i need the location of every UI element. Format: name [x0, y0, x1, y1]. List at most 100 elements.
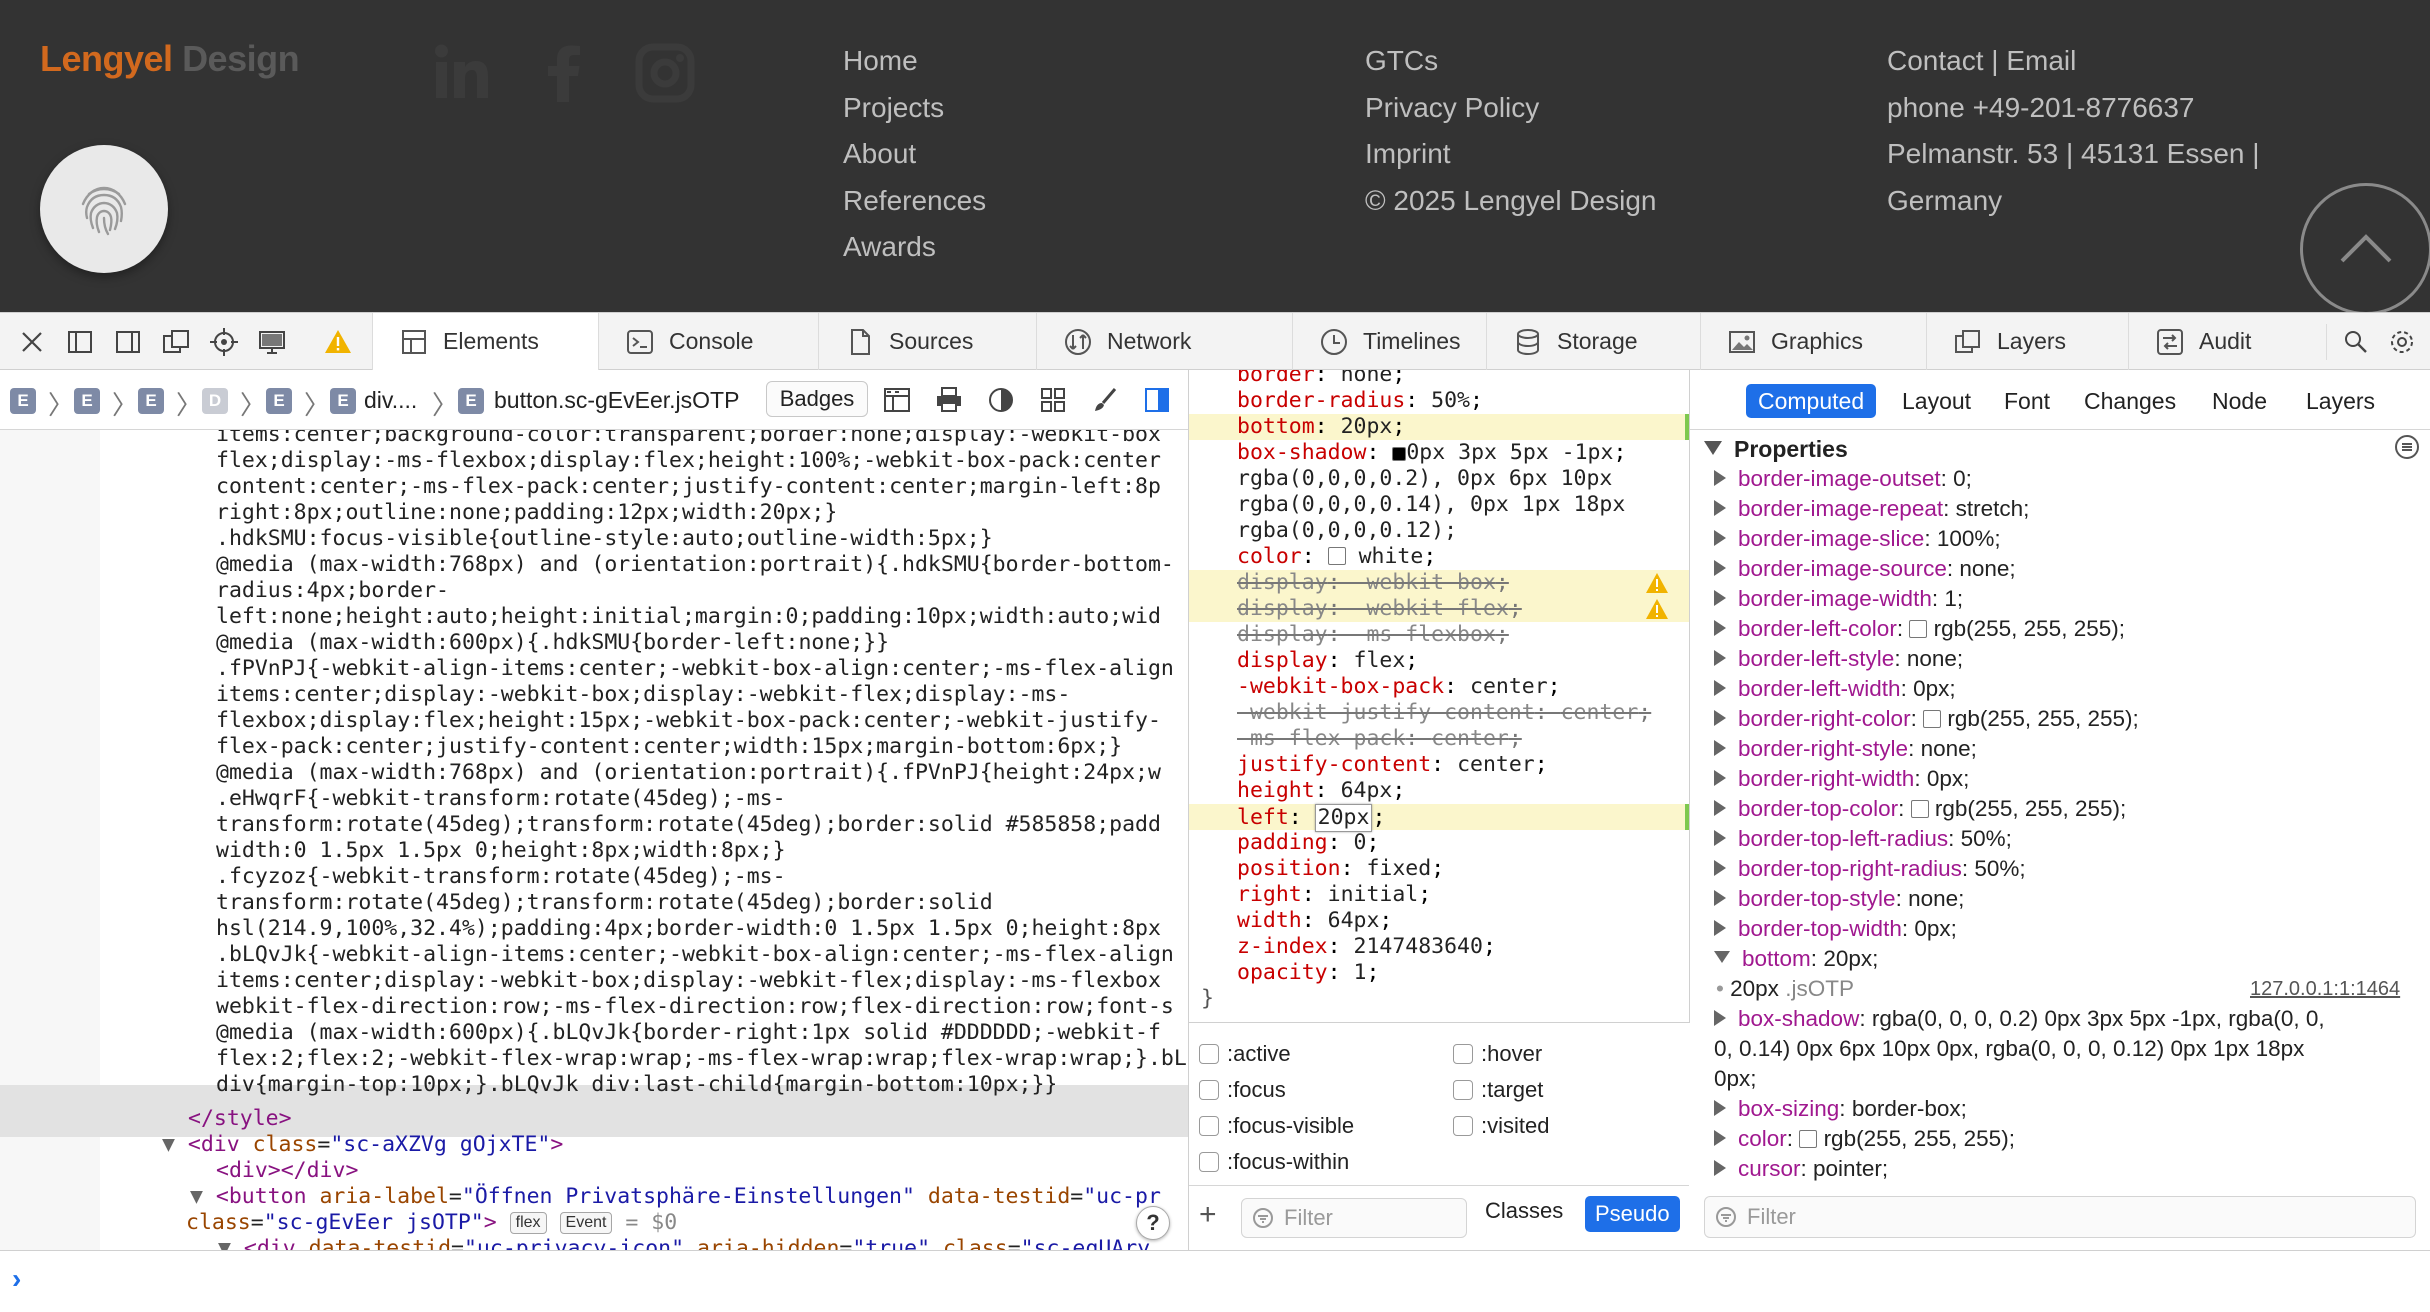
disclosure-closed-icon[interactable] [1714, 470, 1726, 486]
footer-link-about[interactable]: About [843, 131, 986, 178]
computed-property[interactable]: border-top-style: none; [1714, 884, 1964, 914]
style-declaration[interactable]: opacity: 1; [1237, 960, 1379, 986]
footer-link-privacy-policy[interactable]: Privacy Policy [1365, 85, 1657, 132]
style-declaration[interactable]: border-radius: 50%; [1237, 388, 1483, 414]
footer-link-projects[interactable]: Projects [843, 85, 986, 132]
style-declaration[interactable]: -ms-flex-pack: center; [1237, 726, 1522, 752]
computed-property[interactable]: border-right-color: rgb(255, 255, 255); [1714, 704, 2139, 734]
tab-audit[interactable]: Audit [2128, 313, 2296, 370]
computed-property[interactable]: border-top-color: rgb(255, 255, 255); [1714, 794, 2126, 824]
style-declaration[interactable]: bottom: 20px; [1237, 414, 1405, 440]
site-logo[interactable]: Lengyel Design [40, 38, 300, 80]
style-declaration[interactable]: display: -webkit-box; [1237, 570, 1509, 596]
breadcrumb-current[interactable]: button.sc-gEvEer.jsOTP [494, 387, 739, 414]
pseudo-toggle[interactable]: Pseudo [1585, 1196, 1680, 1232]
disclosure-closed-icon[interactable] [1714, 740, 1726, 756]
color-swatch[interactable] [1327, 547, 1346, 565]
footer-contact-email[interactable]: Contact | Email [1887, 38, 2260, 85]
style-declaration[interactable]: left: 20px; [1237, 804, 1385, 832]
pseudo-focus-checkbox[interactable]: :focus [1199, 1077, 1286, 1103]
disclosure-closed-icon[interactable] [1714, 1130, 1726, 1146]
disclosure-closed-icon[interactable] [1714, 620, 1726, 636]
style-declaration[interactable]: height: 64px; [1237, 778, 1405, 804]
pseudo-focus-within-checkbox[interactable]: :focus-within [1199, 1149, 1349, 1175]
computed-property[interactable]: border-right-width: 0px; [1714, 764, 1969, 794]
linkedin-icon[interactable] [432, 40, 498, 106]
privacy-settings-button[interactable] [40, 145, 168, 273]
dock-right-icon[interactable] [110, 324, 146, 360]
properties-section-header[interactable]: Properties [1704, 436, 1848, 463]
disclosure-closed-icon[interactable] [1714, 860, 1726, 876]
style-declaration[interactable]: -webkit-box-pack: center; [1237, 674, 1561, 700]
footer-phone[interactable]: phone +49-201-8776637 [1887, 85, 2260, 132]
dom-node-privacy-icon-div[interactable]: ▼ <div data-testid="uc-privacy-icon" ari… [218, 1236, 1150, 1250]
breadcrumb-div-label[interactable]: div.... [364, 387, 417, 414]
undock-icon[interactable] [158, 324, 194, 360]
style-declaration[interactable]: z-index: 2147483640; [1237, 934, 1496, 960]
tab-network[interactable]: Network [1036, 313, 1292, 370]
breadcrumb-element-4[interactable]: D [202, 388, 228, 414]
tab-computed[interactable]: Computed [1746, 384, 1877, 418]
dom-tree[interactable]: items:center;background-color:transparen… [0, 430, 1188, 1250]
breadcrumb-element-3[interactable]: E [138, 388, 164, 414]
color-swatch[interactable] [1799, 1130, 1818, 1148]
pseudo-focus-visible-checkbox[interactable]: :focus-visible [1199, 1113, 1354, 1139]
tab-storage[interactable]: Storage [1486, 313, 1700, 370]
pseudo-active-checkbox[interactable]: :active [1199, 1041, 1291, 1067]
computed-property[interactable]: border-left-style: none; [1714, 644, 1963, 674]
add-rule-icon[interactable]: + [1199, 1198, 1217, 1232]
dom-node-div-aXZVg[interactable]: ▼ <div class="sc-aXZVg gOjxTE"> [162, 1132, 563, 1158]
pseudo-target-checkbox[interactable]: :target [1453, 1077, 1543, 1103]
tab-font[interactable]: Font [1992, 384, 2062, 418]
badges-button[interactable]: Badges [766, 381, 868, 417]
computed-property[interactable]: border-top-right-radius: 50%; [1714, 854, 2026, 884]
computed-property[interactable]: bottom: 20px; [1714, 944, 1878, 974]
footer-link-awards[interactable]: Awards [843, 224, 986, 271]
facebook-icon[interactable] [532, 40, 598, 106]
footer-link-imprint[interactable]: Imprint [1365, 131, 1657, 178]
computed-property[interactable]: border-top-left-radius: 50%; [1714, 824, 2012, 854]
element-picker-icon[interactable] [206, 324, 242, 360]
computed-property[interactable]: cursor: pointer; [1714, 1154, 1888, 1184]
computed-property[interactable]: border-image-slice: 100%; [1714, 524, 2001, 554]
device-settings-icon[interactable] [254, 324, 290, 360]
tab-elements[interactable]: Elements [372, 313, 598, 370]
style-declaration[interactable]: padding: 0; [1237, 830, 1379, 856]
disclosure-closed-icon[interactable] [1714, 680, 1726, 696]
warning-icon[interactable] [320, 324, 356, 360]
disclosure-closed-icon[interactable] [1714, 650, 1726, 666]
dock-bottom-icon[interactable] [62, 324, 98, 360]
disclosure-closed-icon[interactable] [1714, 830, 1726, 846]
disclosure-closed-icon[interactable] [1714, 770, 1726, 786]
footer-link-gtcs[interactable]: GTCs [1365, 38, 1657, 85]
disclosure-closed-icon[interactable] [1714, 560, 1726, 576]
toggle-details-sidebar-icon[interactable] [1140, 383, 1174, 417]
disclosure-closed-icon[interactable] [1714, 920, 1726, 936]
color-swatch[interactable] [1923, 710, 1942, 728]
style-declaration[interactable]: width: 64px; [1237, 908, 1392, 934]
pseudo-visited-checkbox[interactable]: :visited [1453, 1113, 1549, 1139]
scroll-to-top-button[interactable] [2300, 183, 2430, 315]
disclosure-closed-icon[interactable] [1714, 800, 1726, 816]
gear-icon[interactable] [2384, 324, 2420, 360]
computed-property[interactable]: border-image-outset: 0; [1714, 464, 1972, 494]
dom-node-privacy-button-class[interactable]: class="sc-gEvEer jsOTP"> flex Event = $0 [186, 1210, 677, 1236]
tab-node[interactable]: Node [2200, 384, 2279, 418]
style-declaration[interactable]: color: white; [1237, 544, 1436, 570]
color-swatch[interactable] [1910, 800, 1929, 818]
grid-overlay-icon[interactable] [1036, 383, 1070, 417]
tab-console[interactable]: Console [598, 313, 818, 370]
tab-layout[interactable]: Layout [1890, 384, 1983, 418]
computed-property[interactable]: border-left-width: 0px; [1714, 674, 1956, 704]
disclosure-closed-icon[interactable] [1714, 500, 1726, 516]
computed-property[interactable]: border-image-width: 1; [1714, 584, 1963, 614]
computed-property[interactable]: border-image-repeat: stretch; [1714, 494, 2029, 524]
help-button[interactable]: ? [1136, 1206, 1170, 1240]
style-declaration[interactable]: justify-content: center; [1237, 752, 1548, 778]
disclosure-open-icon[interactable] [1714, 951, 1730, 963]
computed-property[interactable]: box-sizing: border-box; [1714, 1094, 1967, 1124]
computed-property[interactable]: border-right-style: none; [1714, 734, 1977, 764]
style-value-editor[interactable]: 20px [1314, 804, 1373, 832]
style-declaration[interactable]: border: none; [1237, 370, 1405, 388]
tab-graphics[interactable]: Graphics [1700, 313, 1926, 370]
